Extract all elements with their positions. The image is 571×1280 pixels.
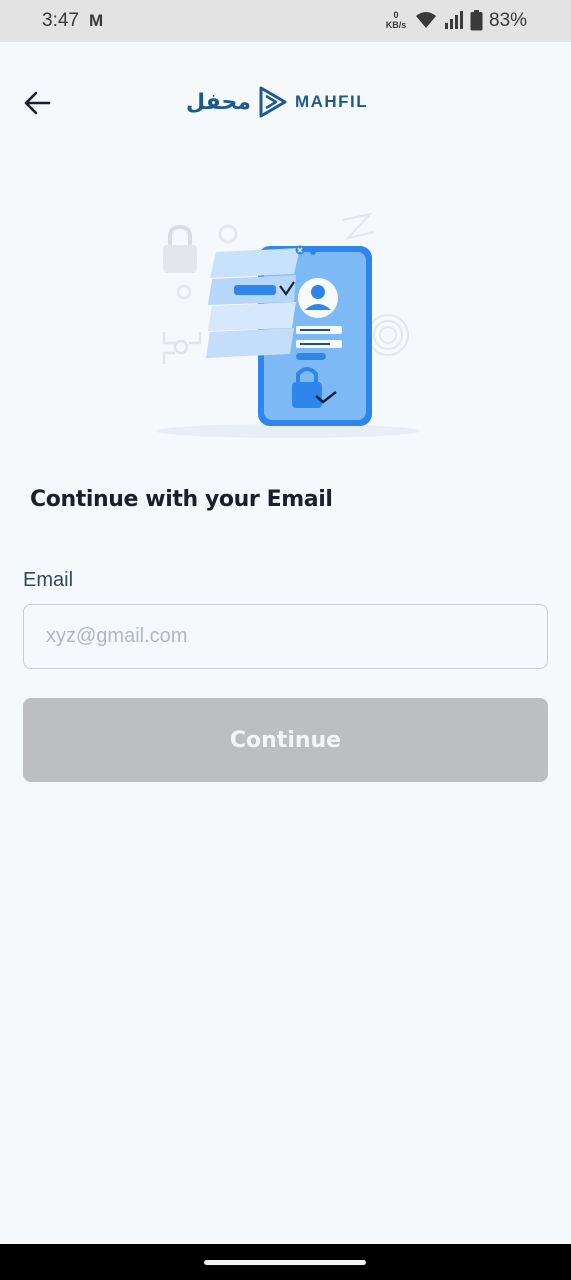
logo-arabic-text: محفل	[186, 89, 251, 115]
logo-text: MAHFIL	[294, 92, 369, 111]
back-button[interactable]	[16, 82, 58, 124]
email-label: Email	[23, 569, 74, 591]
network-speed-value: 0	[393, 10, 399, 20]
system-nav-bar	[0, 1244, 571, 1280]
home-indicator[interactable]	[204, 1260, 366, 1265]
signal-icon	[445, 11, 463, 29]
wifi-icon	[416, 12, 436, 28]
face-id-icon	[162, 332, 202, 364]
app-logo: محفل MAHFIL	[186, 84, 368, 120]
app-header: محفل MAHFIL	[0, 42, 571, 162]
battery-percent: 83%	[489, 10, 528, 31]
continue-button[interactable]: Continue	[23, 698, 548, 782]
page-title: Continue with your Email	[30, 487, 333, 512]
fingerprint-icon	[367, 314, 409, 356]
gmail-icon: M	[89, 11, 104, 30]
security-illustration	[156, 212, 420, 438]
network-speed: 0 KB/s	[383, 10, 409, 30]
logo-play-icon	[259, 86, 287, 118]
arrow-left-icon	[24, 91, 51, 115]
battery-icon	[470, 10, 483, 31]
status-time: 3:47	[42, 10, 79, 31]
lock-icon	[168, 224, 192, 245]
network-speed-unit: KB/s	[385, 20, 407, 30]
status-bar: 3:47 M 0 KB/s 83%	[0, 0, 571, 42]
email-input[interactable]	[23, 604, 548, 669]
